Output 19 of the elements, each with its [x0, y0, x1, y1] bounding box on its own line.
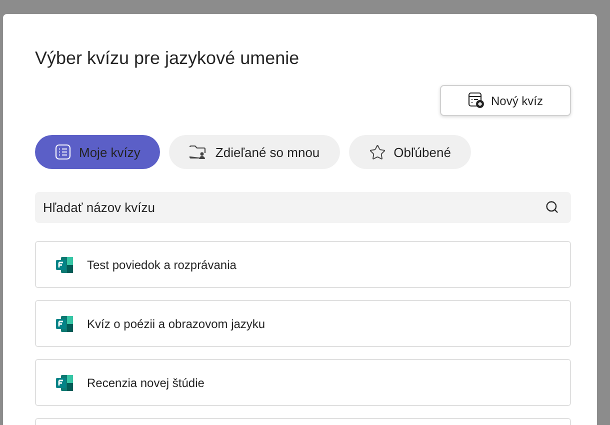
quiz-item[interactable]: Test poviedok a rozprávania [35, 241, 571, 288]
search-icon [545, 200, 559, 214]
forms-app-icon [55, 374, 74, 392]
star-icon [368, 144, 386, 160]
quiz-item[interactable]: Recenzia novej štúdie [35, 359, 571, 406]
forms-app-icon [55, 256, 74, 274]
tab[interactable]: Obľúbené [348, 135, 471, 169]
quiz-title: Test poviedok a rozprávania [87, 258, 236, 272]
shared-folder-icon [189, 144, 208, 160]
quiz-title: Kvíz o poézii a obrazovom jazyku [87, 316, 266, 330]
tab[interactable]: Zdieľané so mnou [169, 135, 340, 169]
search-field[interactable]: Hľadať názov kvízu [35, 192, 571, 223]
quiz-item[interactable]: Kvíz o poézii a obrazovom jazyku [35, 300, 571, 347]
new-form-icon [468, 92, 485, 109]
forms-app-icon [55, 314, 74, 332]
list-icon [55, 144, 71, 160]
quiz-title: Recenzia novej štúdie [87, 376, 204, 390]
new-quiz-button[interactable]: Nový kvíz [440, 85, 571, 116]
dialog-title: Výber kvízu pre jazykové umenie [35, 48, 300, 69]
